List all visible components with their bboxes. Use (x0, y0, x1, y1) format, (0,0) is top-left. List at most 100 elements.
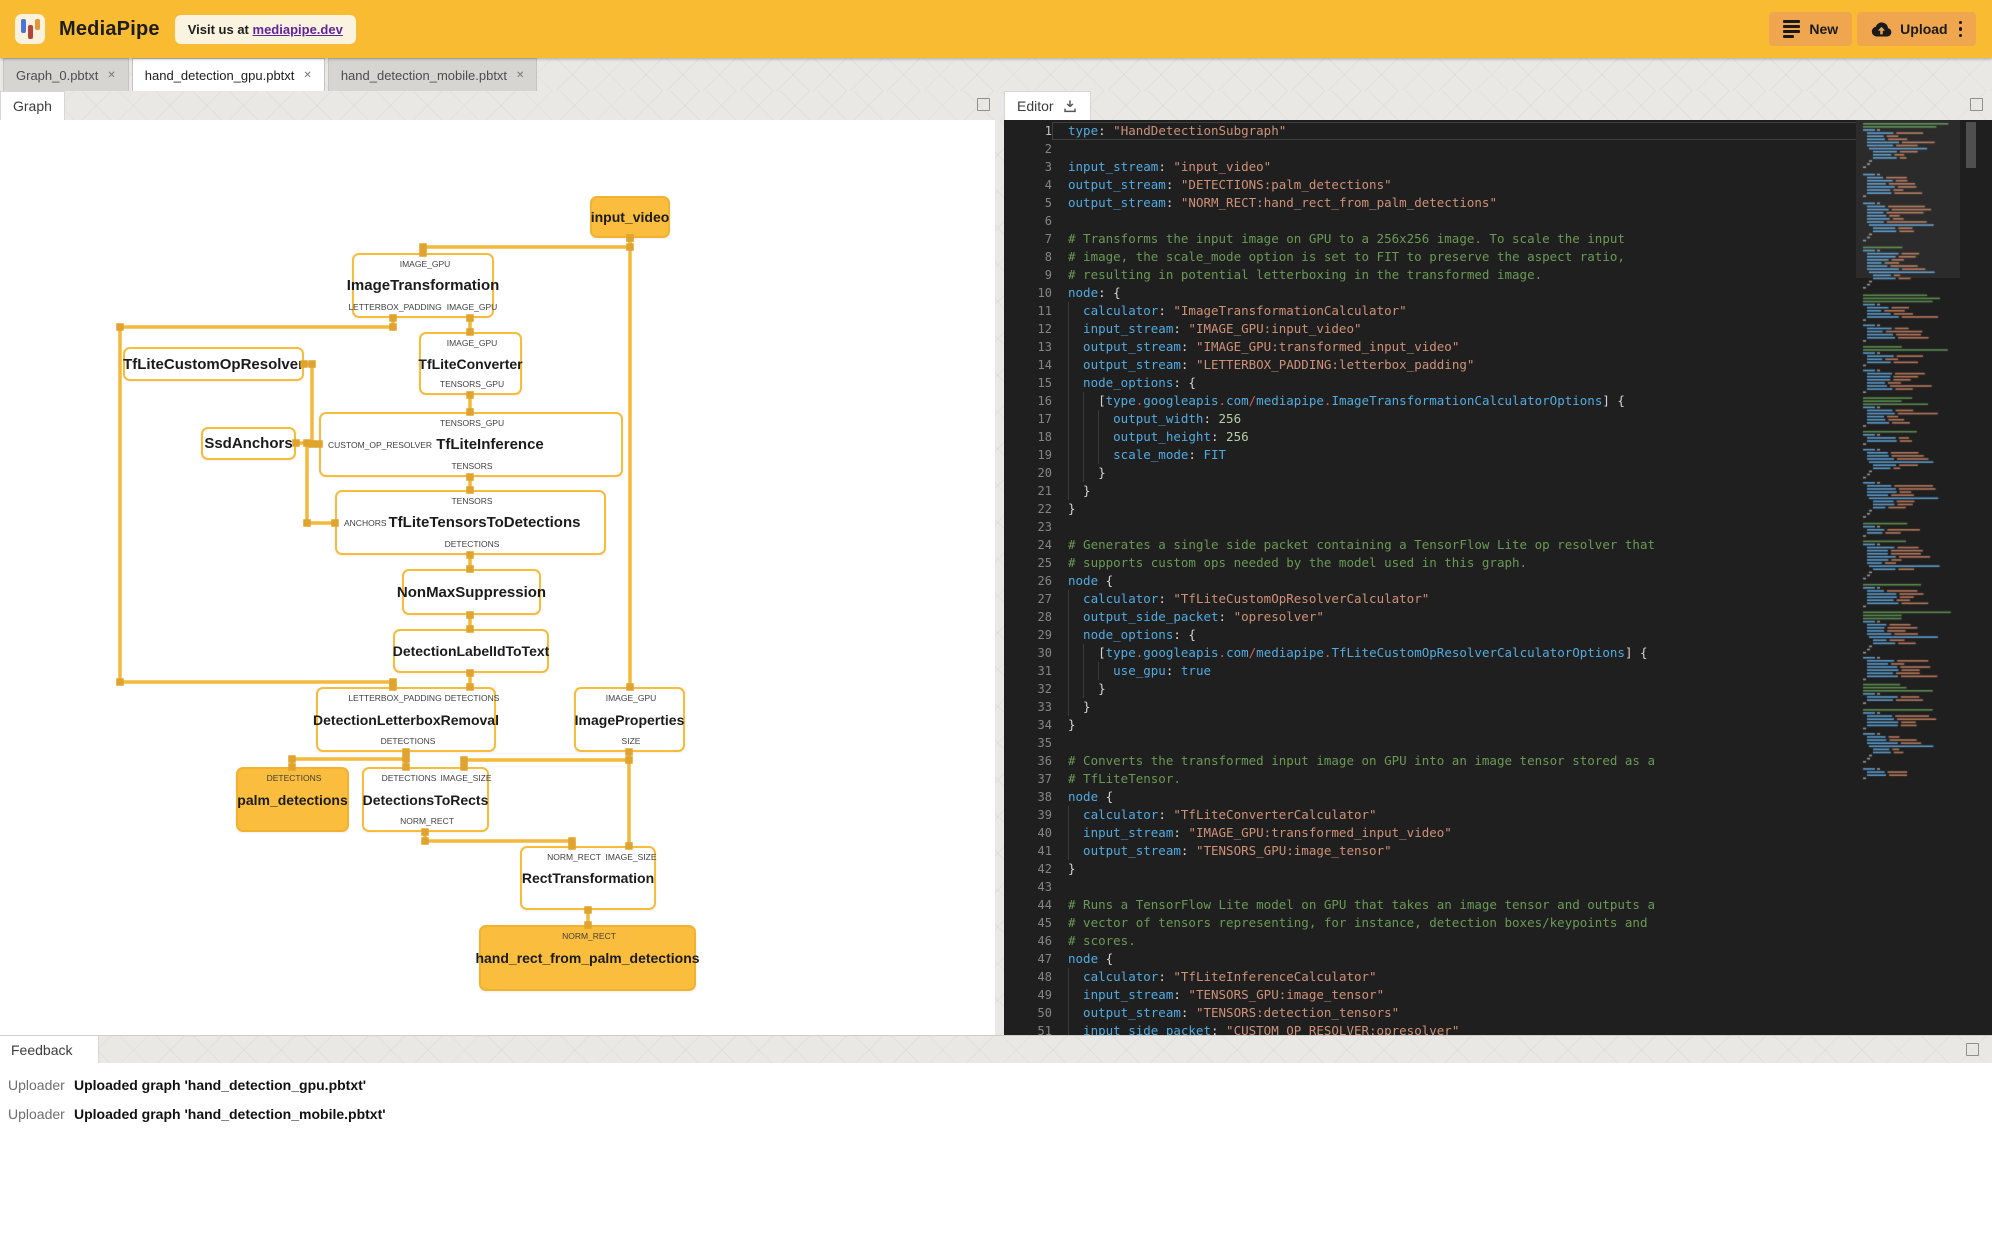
code-line-26[interactable]: 26 node { (1004, 572, 1992, 590)
code-line-21[interactable]: 21} (1004, 482, 1992, 500)
pane-splitter[interactable] (995, 120, 1004, 1035)
feedback-pane-expand-icon[interactable] (1966, 1043, 1979, 1056)
code-line-44[interactable]: 44 # Runs a TensorFlow Lite model on GPU … (1004, 896, 1992, 914)
scrollbar-thumb[interactable] (1966, 122, 1976, 168)
close-tab-icon[interactable]: ✕ (303, 70, 311, 81)
line-content: node { (1068, 951, 1114, 966)
code-line-42[interactable]: 42} (1004, 860, 1992, 878)
graph-node-DetectionsToRects[interactable]: DetectionsToRects DETECTIONS IMAGE_SIZE NOR… (362, 767, 492, 832)
code-line-1[interactable]: 1 type: "HandDetectionSubgraph" (1004, 122, 1992, 140)
upload-button[interactable]: Upload (1857, 12, 1976, 46)
code-line-12[interactable]: 12 input_stream: "IMAGE_GPU:input_video" (1004, 320, 1992, 338)
code-line-6[interactable]: 6 (1004, 212, 1992, 230)
line-content: } (1068, 717, 1076, 732)
code-line-46[interactable]: 46 # scores. (1004, 932, 1992, 950)
code-line-37[interactable]: 37 # TfLiteTensor. (1004, 770, 1992, 788)
code-line-4[interactable]: 4 output_stream: "DETECTIONS:palm_detecti… (1004, 176, 1992, 194)
graph-node-hand_rect_from_palm_detections[interactable]: hand_rect_from_palm_detections NORM_RECT (475, 925, 700, 991)
graph-node-ImageTransformation[interactable]: ImageTransformation IMAGE_GPU LETTERBOX_PA… (347, 253, 499, 318)
code-line-39[interactable]: 39 calculator: "TfLiteConverterCalculator… (1004, 806, 1992, 824)
code-line-43[interactable]: 43 (1004, 878, 1992, 896)
line-content: } (1052, 680, 1992, 698)
graph-node-RectTransformation[interactable]: RectTransformation NORM_RECT IMAGE_SIZE (520, 846, 657, 910)
code-line-11[interactable]: 11 calculator: "ImageTransformationCalcul… (1004, 302, 1992, 320)
code-line-23[interactable]: 23 (1004, 518, 1992, 536)
graph-node-TfLiteTensorsToDetections[interactable]: TfLiteTensorsToDetections TENSORS ANCHORS D… (335, 490, 606, 555)
code-line-32[interactable]: 32} (1004, 680, 1992, 698)
code-line-3[interactable]: 3 input_stream: "input_video" (1004, 158, 1992, 176)
line-content: # Converts the transformed input image o… (1068, 753, 1655, 768)
code-line-19[interactable]: 19 scale_mode: FIT (1004, 446, 1992, 464)
code-line-10[interactable]: 10 node: { (1004, 284, 1992, 302)
graph-node-TfLiteConverter[interactable]: TfLiteConverter IMAGE_GPU TENSORS_GPU (418, 332, 523, 395)
code-line-33[interactable]: 33} (1004, 698, 1992, 716)
code-line-47[interactable]: 47 node { (1004, 950, 1992, 968)
code-line-13[interactable]: 13 output_stream: "IMAGE_GPU:transformed_… (1004, 338, 1992, 356)
graph-node-DetectionLetterboxRemoval[interactable]: DetectionLetterboxRemoval LETTERBOX_PADDI… (313, 687, 499, 752)
code-line-41[interactable]: 41 output_stream: "TENSORS_GPU:image_tens… (1004, 842, 1992, 860)
code-line-28[interactable]: 28 output_side_packet: "opresolver" (1004, 608, 1992, 626)
graph-pane-expand-icon[interactable] (977, 98, 990, 111)
mediapipe-dev-link[interactable]: mediapipe.dev (253, 22, 343, 37)
code-line-49[interactable]: 49 input_stream: "TENSORS_GPU:image_tenso… (1004, 986, 1992, 1004)
code-line-25[interactable]: 25 # supports custom ops needed by the mo… (1004, 554, 1992, 572)
code-line-2[interactable]: 2 (1004, 140, 1992, 158)
graph-node-DetectionLabelIdToText[interactable]: DetectionLabelIdToText (393, 629, 549, 673)
code-line-24[interactable]: 24 # Generates a single side packet conta… (1004, 536, 1992, 554)
code-line-15[interactable]: 15 node_options: { (1004, 374, 1992, 392)
code-line-30[interactable]: 30 [type.googleapis.com/mediapipe.TfLiteC… (1004, 644, 1992, 662)
graph-canvas[interactable]: input_video ImageTransformation IMAGE_GPU L… (0, 120, 995, 1035)
code-editor[interactable]: 1 type: "HandDetectionSubgraph" 2 3 input_st… (1004, 120, 1992, 1035)
graph-node-SsdAnchors[interactable]: SsdAnchors (201, 427, 296, 460)
code-line-8[interactable]: 8 # image, the scale_mode option is set t… (1004, 248, 1992, 266)
line-number: 2 (1044, 142, 1052, 156)
graph-node-input_video[interactable]: input_video (590, 196, 670, 238)
code-line-50[interactable]: 50 output_stream: "TENSORS:detection_tens… (1004, 1004, 1992, 1022)
tab-feedback[interactable]: Feedback (0, 1036, 99, 1064)
editor-scrollbar[interactable] (1964, 120, 1978, 1035)
new-button[interactable]: New (1769, 12, 1853, 46)
graph-node-palm_detections[interactable]: palm_detections DETECTIONS (236, 767, 349, 832)
line-content: node { (1068, 573, 1114, 588)
code-line-29[interactable]: 29 node_options: { (1004, 626, 1992, 644)
code-line-20[interactable]: 20} (1004, 464, 1992, 482)
tab-graph[interactable]: Graph (0, 91, 65, 120)
graph-node-TfLiteInference[interactable]: TfLiteInference TENSORS_GPU CUSTOM_OP_RESO… (319, 412, 623, 477)
code-line-14[interactable]: 14 output_stream: "LETTERBOX_PADDING:lett… (1004, 356, 1992, 374)
line-number: 19 (1037, 448, 1052, 462)
code-line-40[interactable]: 40 input_stream: "IMAGE_GPU:transformed_i… (1004, 824, 1992, 842)
editor-pane-expand-icon[interactable] (1970, 98, 1983, 111)
code-line-7[interactable]: 7 # Transforms the input image on GPU to … (1004, 230, 1992, 248)
minimap-viewport[interactable] (1856, 120, 1960, 278)
code-line-45[interactable]: 45 # vector of tensors representing, for … (1004, 914, 1992, 932)
line-content: output_stream: "IMAGE_GPU:transformed_in… (1052, 338, 1992, 356)
close-tab-icon[interactable]: ✕ (107, 70, 115, 81)
line-content: # scores. (1068, 933, 1136, 948)
graph-node-TfLiteCustomOpResolver[interactable]: TfLiteCustomOpResolver (123, 347, 304, 381)
code-line-5[interactable]: 5 output_stream: "NORM_RECT:hand_rect_fro… (1004, 194, 1992, 212)
code-line-22[interactable]: 22} (1004, 500, 1992, 518)
file-tab-Graph_0.pbtxt[interactable]: Graph_0.pbtxt ✕ (3, 58, 129, 91)
code-line-48[interactable]: 48 calculator: "TfLiteInferenceCalculator… (1004, 968, 1992, 986)
code-line-38[interactable]: 38 node { (1004, 788, 1992, 806)
minimap[interactable] (1856, 120, 1992, 1035)
code-line-27[interactable]: 27 calculator: "TfLiteCustomOpResolverCal… (1004, 590, 1992, 608)
close-tab-icon[interactable]: ✕ (516, 70, 524, 81)
code-line-9[interactable]: 9 # resulting in potential letterboxing i… (1004, 266, 1992, 284)
more-options-icon[interactable] (1958, 19, 1962, 39)
file-tab-hand_detection_gpu.pbtxt[interactable]: hand_detection_gpu.pbtxt ✕ (131, 58, 325, 91)
graph-node-NonMaxSuppression[interactable]: NonMaxSuppression (397, 569, 546, 615)
graph-node-ImageProperties[interactable]: ImageProperties IMAGE_GPU SIZE (574, 687, 685, 752)
code-line-35[interactable]: 35 (1004, 734, 1992, 752)
code-line-51[interactable]: 51 input_side_packet: "CUSTOM_OP_RESOLVER… (1004, 1022, 1992, 1035)
code-line-31[interactable]: 31 use_gpu: true (1004, 662, 1992, 680)
code-line-18[interactable]: 18 output_height: 256 (1004, 428, 1992, 446)
download-icon[interactable] (1062, 98, 1078, 114)
tab-editor[interactable]: Editor (1004, 91, 1091, 120)
file-tab-hand_detection_mobile.pbtxt[interactable]: hand_detection_mobile.pbtxt ✕ (327, 58, 538, 91)
code-line-36[interactable]: 36 # Converts the transformed input image… (1004, 752, 1992, 770)
code-line-17[interactable]: 17 output_width: 256 (1004, 410, 1992, 428)
code-line-16[interactable]: 16 [type.googleapis.com/mediapipe.ImageTr… (1004, 392, 1992, 410)
code-line-34[interactable]: 34} (1004, 716, 1992, 734)
code-lines[interactable]: 1 type: "HandDetectionSubgraph" 2 3 input_st… (1004, 122, 1992, 1035)
